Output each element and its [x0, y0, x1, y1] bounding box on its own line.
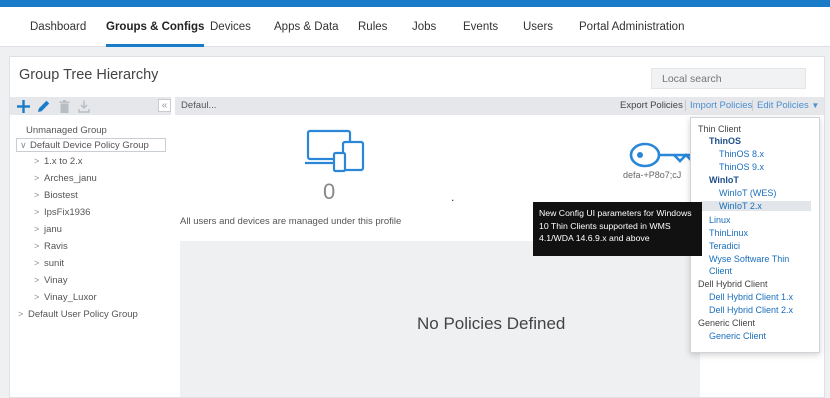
- top-accent-bar: [0, 0, 830, 7]
- tooltip-line: New Config UI parameters for Windows: [539, 208, 692, 218]
- tree-item-label: Vinay: [44, 275, 68, 286]
- tree-item[interactable]: > Vinay_Luxor: [34, 292, 97, 303]
- menu-item-wyse-software-thin-client-line2[interactable]: Client: [709, 266, 732, 276]
- tree-item-unmanaged-group[interactable]: Unmanaged Group: [26, 125, 107, 136]
- chevron-right-icon[interactable]: >: [34, 258, 44, 268]
- group-toolbar: « Defaul... Export Policies Import Polic…: [10, 97, 824, 115]
- tree-item-label: Biostest: [44, 190, 78, 201]
- chevron-right-icon[interactable]: >: [34, 156, 44, 166]
- menu-category-thin-client: Thin Client: [698, 124, 742, 134]
- group-tree: Unmanaged Group ∨ Default Device Policy G…: [10, 115, 168, 397]
- menu-category-generic-client: Generic Client: [698, 318, 756, 328]
- menu-item-wyse-software-thin-client[interactable]: Wyse Software Thin: [709, 254, 789, 264]
- toolbar-separator: [171, 97, 175, 115]
- toolbar-divider: [752, 100, 753, 111]
- tree-item-label: Default User Policy Group: [28, 309, 138, 320]
- nav-devices[interactable]: Devices: [210, 7, 251, 47]
- profile-text: All users and devices are managed under …: [180, 216, 402, 227]
- tree-item-default-user-policy-group[interactable]: > Default User Policy Group: [18, 309, 138, 320]
- edit-policies-label: Edit Policies: [757, 100, 809, 111]
- status-dot: .: [451, 190, 455, 204]
- tree-item[interactable]: > IpsFix1936: [34, 207, 90, 218]
- nav-dashboard[interactable]: Dashboard: [30, 7, 86, 47]
- menu-item-dell-hybrid-2x[interactable]: Dell Hybrid Client 2.x: [709, 305, 793, 315]
- tree-item[interactable]: > janu: [34, 224, 62, 235]
- import-policies-button[interactable]: Import Policies: [690, 100, 752, 111]
- tree-item[interactable]: > Ravis: [34, 241, 68, 252]
- nav-apps-data[interactable]: Apps & Data: [274, 7, 339, 47]
- menu-item-winiot-wes[interactable]: WinIoT (WES): [719, 188, 776, 198]
- config-ui-tooltip: New Config UI parameters for Windows 10 …: [533, 202, 702, 256]
- menu-item-teradici[interactable]: Teradici: [709, 241, 740, 251]
- tree-item[interactable]: >1.x to 2.x: [34, 156, 83, 167]
- menu-group-linux[interactable]: Linux: [709, 215, 731, 225]
- nav-rules[interactable]: Rules: [358, 7, 387, 47]
- chevron-right-icon[interactable]: >: [34, 190, 44, 200]
- tree-item[interactable]: > Biostest: [34, 190, 78, 201]
- chevron-right-icon[interactable]: >: [34, 224, 44, 234]
- key-caption: defa-+P8o7;cJ: [623, 170, 682, 180]
- chevron-right-icon[interactable]: >: [34, 275, 44, 285]
- device-count: 0: [323, 179, 336, 204]
- tree-item-label: 1.x to 2.x: [44, 156, 83, 167]
- menu-item-thinos-9x[interactable]: ThinOS 9.x: [719, 162, 764, 172]
- menu-item-generic-client[interactable]: Generic Client: [709, 331, 766, 341]
- tree-item-label: sunit: [44, 258, 65, 269]
- tree-item-label: Ravis: [44, 241, 68, 252]
- menu-item-dell-hybrid-1x[interactable]: Dell Hybrid Client 1.x: [709, 292, 793, 302]
- tree-item-label: janu: [44, 224, 62, 235]
- tooltip-line: 4.1/WDA 14.6.9.x and above: [539, 233, 650, 243]
- local-search-input[interactable]: [651, 68, 806, 89]
- menu-group-winiot[interactable]: WinIoT: [709, 175, 739, 185]
- nav-users[interactable]: Users: [523, 7, 553, 47]
- tree-item[interactable]: > Vinay: [34, 275, 68, 286]
- chevron-right-icon[interactable]: >: [34, 292, 44, 302]
- chevron-right-icon[interactable]: >: [34, 207, 44, 217]
- edit-policies-button[interactable]: Edit Policies ▼: [757, 100, 819, 111]
- menu-item-thinlinux[interactable]: ThinLinux: [709, 228, 748, 238]
- menu-item-winiot-2x[interactable]: WinIoT 2.x: [701, 201, 811, 211]
- devices-icon: [305, 129, 365, 173]
- edit-policies-dropdown: Thin Client ThinOS ThinOS 8.x ThinOS 9.x…: [690, 117, 820, 353]
- main-nav: Dashboard Groups & Configs Devices Apps …: [0, 7, 830, 47]
- tree-item[interactable]: > Arches_janu: [34, 173, 97, 184]
- toolbar-divider: [685, 100, 686, 111]
- menu-group-thinos[interactable]: ThinOS: [709, 136, 741, 146]
- tree-item-default-device-policy-group[interactable]: ∨ Default Device Policy Group: [16, 138, 166, 152]
- chevron-right-icon[interactable]: >: [34, 173, 44, 183]
- tree-item-label: IpsFix1936: [44, 207, 91, 218]
- menu-item-thinos-8x[interactable]: ThinOS 8.x: [719, 149, 764, 159]
- nav-portal-administration[interactable]: Portal Administration: [579, 7, 684, 47]
- nav-groups-configs[interactable]: Groups & Configs: [106, 7, 205, 47]
- collapse-tree-button[interactable]: «: [158, 99, 171, 112]
- trash-icon[interactable]: [57, 98, 71, 114]
- export-policies-button[interactable]: Export Policies: [620, 100, 683, 111]
- chevron-right-icon[interactable]: >: [18, 309, 28, 319]
- plus-icon[interactable]: [16, 98, 30, 114]
- nav-jobs[interactable]: Jobs: [412, 7, 436, 47]
- tree-item[interactable]: > sunit: [34, 258, 64, 269]
- pencil-icon[interactable]: [36, 98, 50, 114]
- chevron-down-icon: ▼: [811, 101, 820, 110]
- panel-title: Group Tree Hierarchy: [19, 67, 159, 83]
- nav-events[interactable]: Events: [463, 7, 498, 47]
- tree-item-label: Default Device Policy Group: [30, 140, 149, 151]
- breadcrumb: Defaul...: [181, 100, 217, 111]
- tree-item-label: Vinay_Luxor: [44, 292, 97, 303]
- no-policies-message: No Policies Defined: [417, 314, 566, 333]
- tree-item-label: Arches_janu: [44, 173, 97, 184]
- chevron-down-icon[interactable]: ∨: [20, 139, 30, 151]
- chevron-right-icon[interactable]: >: [34, 241, 44, 251]
- menu-category-dell-hybrid-client: Dell Hybrid Client: [698, 279, 768, 289]
- tooltip-line: 10 Thin Clients supported in WMS: [539, 220, 671, 231]
- download-icon[interactable]: [77, 98, 91, 114]
